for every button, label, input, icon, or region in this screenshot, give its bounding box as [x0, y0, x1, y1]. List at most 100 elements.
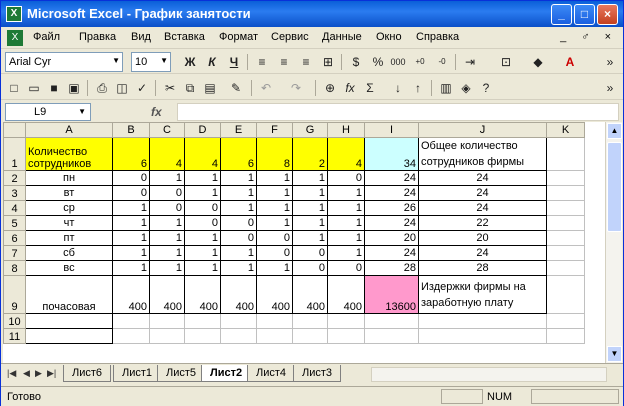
hyperlink-icon[interactable]: ⊕: [321, 79, 339, 97]
permission-icon[interactable]: ▣: [65, 79, 83, 97]
sheet-tab[interactable]: Лист5: [157, 365, 206, 382]
indent-icon[interactable]: ⇥: [461, 53, 479, 71]
cell-label[interactable]: сб: [25, 245, 113, 261]
cell-value[interactable]: 1: [327, 200, 365, 216]
cell-summary[interactable]: [418, 313, 547, 329]
column-header[interactable]: A: [25, 122, 113, 138]
cell-value[interactable]: 1: [327, 230, 365, 246]
decrease-decimal-icon[interactable]: -0: [433, 53, 451, 71]
worksheet-grid[interactable]: A B C D E F G H I J K 1 Количество сотруд…: [3, 122, 605, 363]
scroll-thumb[interactable]: [607, 142, 622, 232]
cell-value[interactable]: 1: [220, 170, 257, 186]
cell-summary[interactable]: 20: [418, 230, 547, 246]
cell-summary[interactable]: 24: [418, 200, 547, 216]
minimize-button[interactable]: _: [551, 4, 572, 25]
cell-value[interactable]: [149, 328, 185, 344]
cell-value[interactable]: 1: [256, 185, 293, 201]
cell-summary[interactable]: 24: [418, 185, 547, 201]
column-header[interactable]: D: [184, 122, 221, 138]
toolbar-overflow-button[interactable]: »: [601, 79, 619, 97]
column-header[interactable]: E: [220, 122, 257, 138]
cell-label[interactable]: Количество сотрудников: [25, 137, 113, 171]
cell-total[interactable]: 34: [364, 137, 419, 171]
print-preview-icon[interactable]: ◫: [113, 79, 131, 97]
column-header[interactable]: C: [149, 122, 185, 138]
cell-label[interactable]: [25, 313, 113, 329]
cell-value[interactable]: 1: [220, 185, 257, 201]
undo-icon[interactable]: ↶: [257, 79, 275, 97]
cell-value[interactable]: 400: [149, 275, 185, 314]
next-sheet-icon[interactable]: ▶: [35, 368, 42, 379]
cell-value[interactable]: 400: [220, 275, 257, 314]
cell-value[interactable]: 0: [149, 200, 185, 216]
cell-value[interactable]: 1: [149, 215, 185, 231]
menu-help[interactable]: Справка: [416, 31, 459, 43]
row-header[interactable]: 8: [3, 260, 26, 276]
cell-summary[interactable]: 24: [418, 170, 547, 186]
column-header[interactable]: I: [364, 122, 419, 138]
cell-value[interactable]: 4: [149, 137, 185, 171]
fill-color-icon[interactable]: ◆: [529, 53, 547, 71]
cell-total[interactable]: 24: [364, 215, 419, 231]
cell-value[interactable]: [327, 328, 365, 344]
save-icon[interactable]: ■: [45, 79, 63, 97]
cell-value[interactable]: 1: [292, 200, 328, 216]
paste-icon[interactable]: ▤: [201, 79, 219, 97]
first-sheet-icon[interactable]: |◀: [7, 368, 16, 379]
menu-window[interactable]: Окно: [376, 31, 402, 43]
cell-summary[interactable]: 24: [418, 245, 547, 261]
drawing-icon[interactable]: ◈: [457, 79, 475, 97]
menu-tools[interactable]: Сервис: [271, 31, 309, 43]
cell-empty[interactable]: [546, 200, 585, 216]
cell-value[interactable]: 1: [256, 170, 293, 186]
cell-value[interactable]: 400: [112, 275, 150, 314]
cell-label[interactable]: ср: [25, 200, 113, 216]
cell-value[interactable]: 1: [327, 245, 365, 261]
cell-value[interactable]: [112, 328, 150, 344]
cell-value[interactable]: 4: [327, 137, 365, 171]
cell-total[interactable]: 24: [364, 185, 419, 201]
row-header[interactable]: 10: [3, 313, 26, 329]
menu-edit[interactable]: Правка: [79, 31, 116, 43]
cell-value[interactable]: 2: [292, 137, 328, 171]
sheet-tab[interactable]: Лист1: [113, 365, 162, 382]
cell-value[interactable]: 1: [220, 200, 257, 216]
cell-value[interactable]: 1: [184, 260, 221, 276]
horizontal-scrollbar[interactable]: [371, 367, 607, 382]
increase-decimal-icon[interactable]: +0: [411, 53, 429, 71]
menu-view[interactable]: Вид: [131, 31, 151, 43]
cell-value[interactable]: 0: [292, 245, 328, 261]
cell-value[interactable]: 0: [220, 230, 257, 246]
cell-value[interactable]: 0: [184, 215, 221, 231]
cut-icon[interactable]: ✂: [161, 79, 179, 97]
cell-label[interactable]: пн: [25, 170, 113, 186]
cell-value[interactable]: 1: [184, 170, 221, 186]
menu-format[interactable]: Формат: [219, 31, 258, 43]
cell-value[interactable]: [112, 313, 150, 329]
cell-value[interactable]: 1: [184, 230, 221, 246]
redo-icon[interactable]: ↷: [287, 79, 305, 97]
align-right-icon[interactable]: ≡: [297, 53, 315, 71]
cell-empty[interactable]: [546, 260, 585, 276]
cell-value[interactable]: 0: [112, 170, 150, 186]
last-sheet-icon[interactable]: ▶|: [47, 368, 56, 379]
cell-value[interactable]: 1: [292, 230, 328, 246]
cell-value[interactable]: 1: [112, 260, 150, 276]
cell-value[interactable]: 6: [220, 137, 257, 171]
open-icon[interactable]: ▭: [25, 79, 43, 97]
cell-value[interactable]: 1: [112, 215, 150, 231]
help-icon[interactable]: ?: [477, 79, 495, 97]
new-icon[interactable]: □: [5, 79, 23, 97]
cell-value[interactable]: [149, 313, 185, 329]
cell-summary[interactable]: 22: [418, 215, 547, 231]
cell-value[interactable]: 6: [112, 137, 150, 171]
cell-value[interactable]: 0: [220, 215, 257, 231]
column-header[interactable]: H: [327, 122, 365, 138]
name-box[interactable]: L9 ▼: [5, 103, 91, 121]
cell-value[interactable]: [292, 328, 328, 344]
row-header[interactable]: 1: [3, 137, 26, 171]
cell-value[interactable]: 1: [149, 245, 185, 261]
cell-value[interactable]: [184, 328, 221, 344]
workbook-icon[interactable]: X: [7, 30, 23, 46]
cell-value[interactable]: [256, 328, 293, 344]
